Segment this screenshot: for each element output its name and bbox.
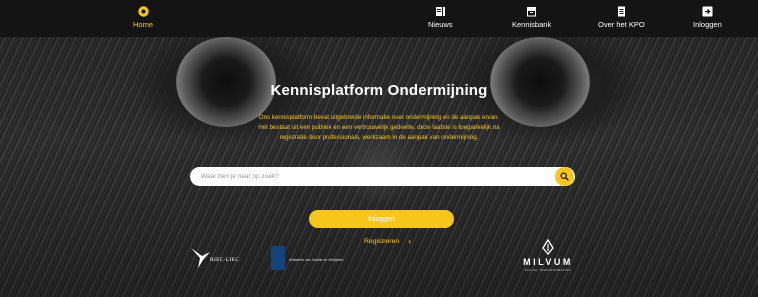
search-bar — [190, 167, 575, 186]
login-button[interactable]: Inloggen — [309, 210, 454, 228]
chevron-right-icon: › — [408, 236, 412, 246]
riec-liec-logo: RIEC-LIEC — [190, 246, 246, 270]
ministerie-label: Ministerie van Justitie en Veiligheid — [289, 258, 344, 262]
register-link[interactable]: Registreren › — [364, 237, 411, 246]
milvum-logo: MILVUM DIGITAL TRANSFORMATION — [518, 239, 578, 273]
intro-line: Het bestaat uit een publiek en een vertr… — [258, 124, 500, 131]
search-icon — [560, 172, 569, 181]
intro-line: registratie door professionals, werkzaam… — [279, 134, 479, 141]
riec-label: RIEC-LIEC — [210, 257, 240, 263]
page-title: Kennisplatform Ondermijning — [270, 82, 488, 99]
search-input[interactable] — [190, 167, 550, 186]
milvum-subtitle: DIGITAL TRANSFORMATION — [524, 268, 572, 272]
register-label: Registreren — [364, 238, 400, 245]
milvum-wordmark: MILVUM — [523, 257, 573, 267]
hero-content: Kennisplatform Ondermijning Ons kennispl… — [0, 0, 758, 297]
milvum-mark-icon — [542, 239, 554, 255]
ministerie-logo: Ministerie van Justitie en Veiligheid — [271, 246, 361, 270]
crest-icon — [271, 246, 285, 270]
intro-text: Ons kennisplatform bevat uitgebreide inf… — [214, 113, 544, 143]
bird-icon — [191, 248, 210, 268]
intro-line: Ons kennisplatform bevat uitgebreide inf… — [258, 114, 500, 121]
search-button[interactable] — [555, 167, 574, 186]
